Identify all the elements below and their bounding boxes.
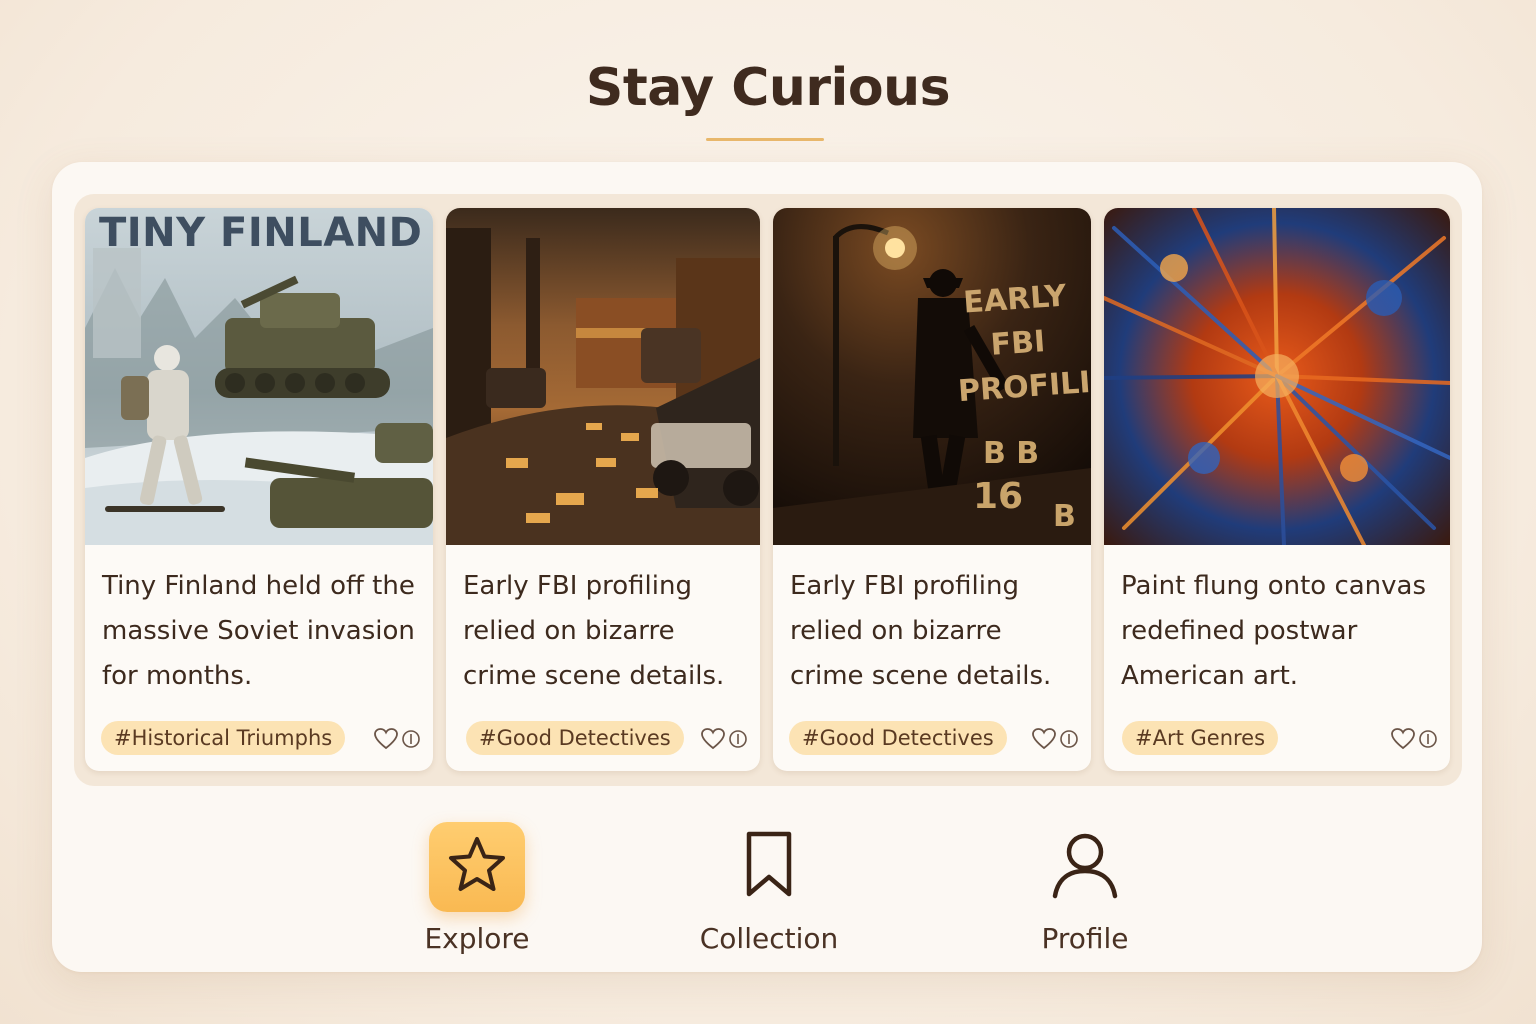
card-image-finland-tanks: TINY FINLAND [85,208,433,545]
page-title: Stay Curious [585,58,951,118]
nav-icon-box-active[interactable] [429,822,525,912]
card-text: Early FBI profiling relied on bizarre cr… [790,571,1052,691]
info-icon[interactable] [1059,728,1079,750]
title-underline [706,138,824,141]
nav-label: Explore [424,922,530,955]
svg-text:B B: B B [983,436,1039,471]
nav-icon-box[interactable] [1037,822,1133,912]
nav-icon-box[interactable] [721,822,817,912]
heart-outline-icon[interactable] [1031,727,1057,751]
info-icon[interactable] [401,728,421,750]
svg-text:B: B [1053,499,1076,534]
star-icon [445,834,509,900]
topic-tag[interactable]: #Historical Triumphs [101,721,346,755]
card-image-caption: TINY FINLAND [99,210,423,256]
svg-text:16: 16 [973,476,1023,517]
nav-item-profile[interactable]: Profile [985,822,1185,962]
person-icon [1050,830,1120,904]
fact-card[interactable]: Paint flung onto canvas redefined postwa… [1104,208,1450,771]
card-image-crime-street [446,208,760,545]
nav-item-collection[interactable]: Collection [669,822,869,962]
card-image-caption: EARLY FBI PROFILING [956,278,1091,410]
bookmark-icon [741,830,797,904]
nav-label: Profile [1041,922,1129,955]
nav-label: Collection [699,922,839,955]
heart-outline-icon[interactable] [373,727,399,751]
card-text: Tiny Finland held off the massive Soviet… [102,571,415,691]
card-text: Paint flung onto canvas redefined postwa… [1121,571,1427,691]
info-icon[interactable] [728,728,748,750]
fact-card[interactable]: Early FBI profiling relied on bizarre cr… [446,208,760,771]
card-text: Early FBI profiling relied on bizarre cr… [463,571,725,691]
card-image-abstract-paint [1104,208,1450,545]
topic-tag[interactable]: #Good Detectives [466,721,684,755]
card-image-detective-alley: B B 16 B EARLY FBI PROFILING [773,208,1091,545]
topic-tag[interactable]: #Good Detectives [789,721,1007,755]
fact-card[interactable]: TINY FINLAND Tiny Finland held off the m… [85,208,433,771]
topic-tag[interactable]: #Art Genres [1122,721,1279,755]
nav-item-explore[interactable]: Explore [377,822,577,962]
info-icon[interactable] [1418,728,1438,750]
heart-outline-icon[interactable] [700,727,726,751]
heart-outline-icon[interactable] [1390,727,1416,751]
fact-card[interactable]: B B 16 B EARLY FBI PROFILING Early FBI p… [773,208,1091,771]
